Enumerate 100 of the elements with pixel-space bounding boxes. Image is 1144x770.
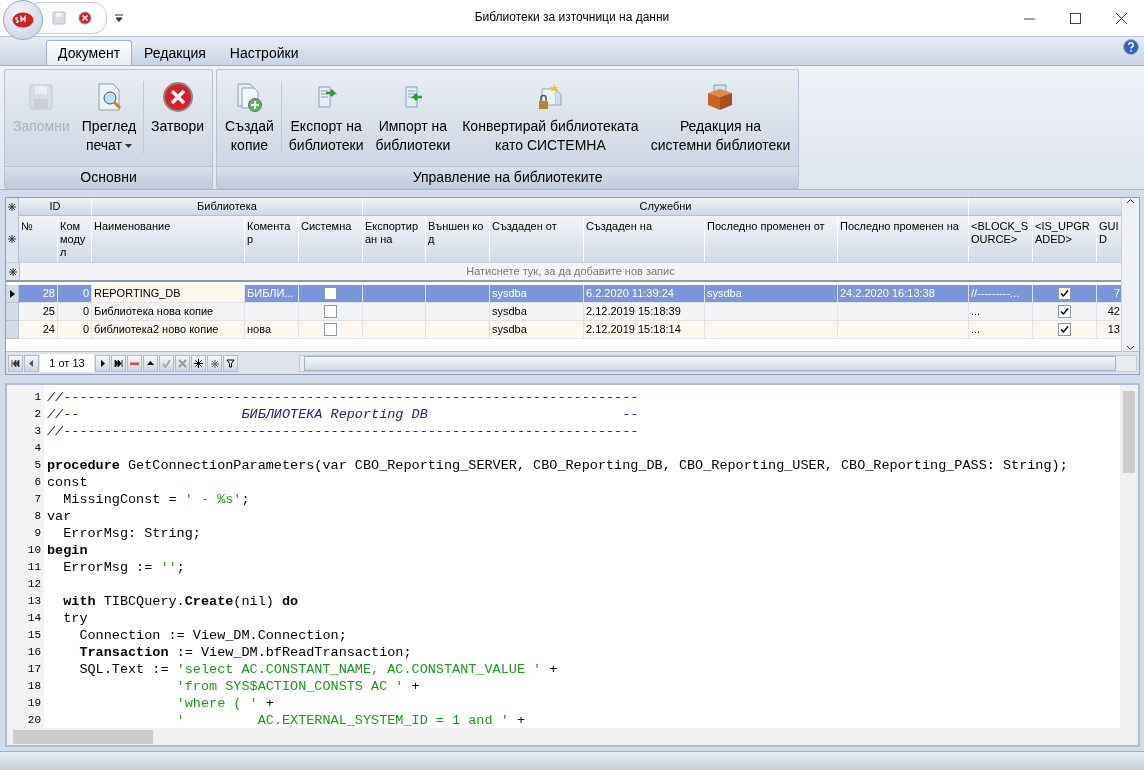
- table-cell: sysdba: [490, 303, 584, 321]
- table-cell: Библиотека нова копие: [92, 303, 245, 321]
- column-header[interactable]: №: [19, 216, 58, 262]
- code-editor[interactable]: [5, 383, 1140, 747]
- ribbon-tab[interactable]: Настройки: [217, 40, 311, 66]
- column-header[interactable]: Експортиран на: [363, 216, 426, 262]
- record-position: 1 от 13: [40, 354, 94, 372]
- navigator-button[interactable]: [111, 354, 126, 372]
- code-line: MissingConst = ' - %s';: [62, 491, 251, 508]
- code-line: //-----------------------------------------------------------------------: [47, 389, 640, 406]
- line-number: 4: [33, 441, 42, 456]
- window-title: Библиотеки за източници на данни: [474, 10, 670, 24]
- checkbox[interactable]: [1058, 305, 1071, 318]
- table-cell: библиотека2 ново копие: [92, 321, 245, 339]
- code-line: begin: [47, 542, 89, 559]
- group-label: Основни: [5, 166, 213, 188]
- ribbon-button[interactable]: Създай копие: [219, 73, 280, 166]
- table-cell: 28: [19, 285, 58, 303]
- last-record-icon: [114, 358, 123, 368]
- column-header[interactable]: Последно променен от: [705, 216, 838, 262]
- asterisk-icon: [210, 358, 219, 368]
- column-header[interactable]: Създаден на: [584, 216, 705, 262]
- column-header[interactable]: Последно променен на: [838, 216, 969, 262]
- navigator-button[interactable]: [191, 354, 206, 372]
- scroll-up-icon[interactable]: [1126, 198, 1135, 204]
- table-cell: 0: [58, 303, 92, 321]
- column-header[interactable]: <BLOCK_SOURCE>: [969, 216, 1033, 262]
- new-record-hint[interactable]: Натиснете тук, за да добавите нов запис: [20, 263, 1121, 280]
- column-header[interactable]: Наименование: [92, 216, 245, 262]
- ribbon-button[interactable]: Редакция на системни библиотеки: [644, 73, 797, 166]
- navigator-button[interactable]: [8, 354, 23, 372]
- ribbon-button[interactable]: Конвертирай библиотеката като СИСТЕМНА: [456, 73, 645, 166]
- table-cell: [426, 321, 490, 339]
- column-header[interactable]: Външен код: [426, 216, 490, 262]
- line-number: 19: [26, 696, 42, 711]
- vertical-scrollbar[interactable]: [1120, 385, 1138, 728]
- column-header[interactable]: GUID: [1097, 216, 1121, 262]
- column-header[interactable]: Системна: [299, 216, 363, 262]
- table-cell: 42: [1097, 303, 1121, 321]
- current-row-icon: [9, 289, 15, 298]
- code-line: const: [47, 474, 89, 491]
- table-cell: //---------...: [969, 285, 1033, 303]
- column-header[interactable]: Създаден от: [490, 216, 584, 262]
- checkmark-icon: [162, 358, 171, 368]
- row-indicator[interactable]: [6, 285, 19, 303]
- line-number: 16: [26, 645, 42, 660]
- table-cell: 6.2.2020 11:39:24: [584, 285, 705, 303]
- line-number: 2: [33, 407, 42, 422]
- table-cell: [426, 303, 490, 321]
- line-number: 17: [26, 662, 42, 677]
- table-cell: 24.2.2020 16:13:38: [838, 285, 969, 303]
- close-icon[interactable]: [78, 11, 92, 25]
- line-number: 8: [33, 509, 42, 524]
- horizontal-scrollbar[interactable]: [299, 354, 1137, 372]
- navigator-button[interactable]: [223, 354, 238, 372]
- customize-dropdown-icon[interactable]: [115, 14, 123, 22]
- help-icon[interactable]: [1123, 39, 1139, 55]
- column-header[interactable]: Ком модул: [58, 216, 92, 262]
- column-header[interactable]: Коментар: [245, 216, 299, 262]
- line-number: 10: [26, 543, 42, 558]
- ribbon-tab[interactable]: Документ: [46, 40, 133, 66]
- line-number: 6: [33, 475, 42, 490]
- line-number: 5: [33, 458, 42, 473]
- table-cell: ...: [969, 303, 1033, 321]
- table-cell: 2.12.2019 15:18:14: [584, 321, 705, 339]
- asterisk-icon: [194, 358, 203, 368]
- code-line: //-- БИБЛИОТЕКА Reporting DB --: [47, 406, 640, 423]
- app-menu-button[interactable]: [3, 0, 43, 40]
- column-header[interactable]: <IS_UPGRADED>: [1033, 216, 1097, 262]
- code-line: 'from SYS$ACTION_CONSTS AC ' +: [175, 678, 421, 695]
- navigator-button[interactable]: [24, 354, 39, 372]
- navigator-button[interactable]: [95, 354, 110, 372]
- horizontal-scrollbar[interactable]: [7, 728, 1138, 745]
- code-line: try: [62, 610, 89, 627]
- checkbox[interactable]: [1058, 323, 1071, 336]
- maximize-icon: [1069, 12, 1081, 24]
- checkbox[interactable]: [324, 323, 337, 336]
- filter-icon: [226, 358, 235, 368]
- ribbon-button[interactable]: Експорт на библиотеки: [282, 73, 370, 166]
- table-cell: 24: [19, 321, 58, 339]
- scroll-down-icon[interactable]: [1126, 345, 1135, 351]
- line-number: 15: [26, 628, 42, 643]
- checkbox[interactable]: [1058, 287, 1071, 300]
- table-cell: БИБЛИ...: [245, 285, 299, 303]
- close-icon: [1115, 12, 1127, 24]
- ribbon-button[interactable]: Затвори: [145, 73, 211, 166]
- previous-icon: [27, 358, 36, 368]
- code-line: procedure GetConnectionParameters(var CBO_Reporting_SERVER, CBO_Reporting_DB, CBO_Reporting_USER, CBO_Reporting_PASS: String);: [47, 457, 1069, 474]
- navigator-button[interactable]: [143, 354, 158, 372]
- code-line: Connection := View_DM.Connection;: [78, 627, 348, 644]
- ribbon-tab[interactable]: Редакция: [132, 40, 218, 66]
- ribbon-button[interactable]: Преглед печат: [75, 73, 143, 166]
- code-line: ' AC.EXTERNAL_SYSTEM_ID = 1 and ' +: [175, 712, 526, 728]
- checkbox[interactable]: [324, 305, 337, 318]
- line-number: 18: [26, 679, 42, 694]
- checkbox[interactable]: [324, 287, 337, 300]
- ribbon-button[interactable]: Импорт на библиотеки: [369, 73, 457, 166]
- vertical-scrollbar[interactable]: [1121, 198, 1139, 351]
- line-number: 12: [26, 577, 42, 592]
- table-cell: REPORTING_DB: [92, 285, 245, 303]
